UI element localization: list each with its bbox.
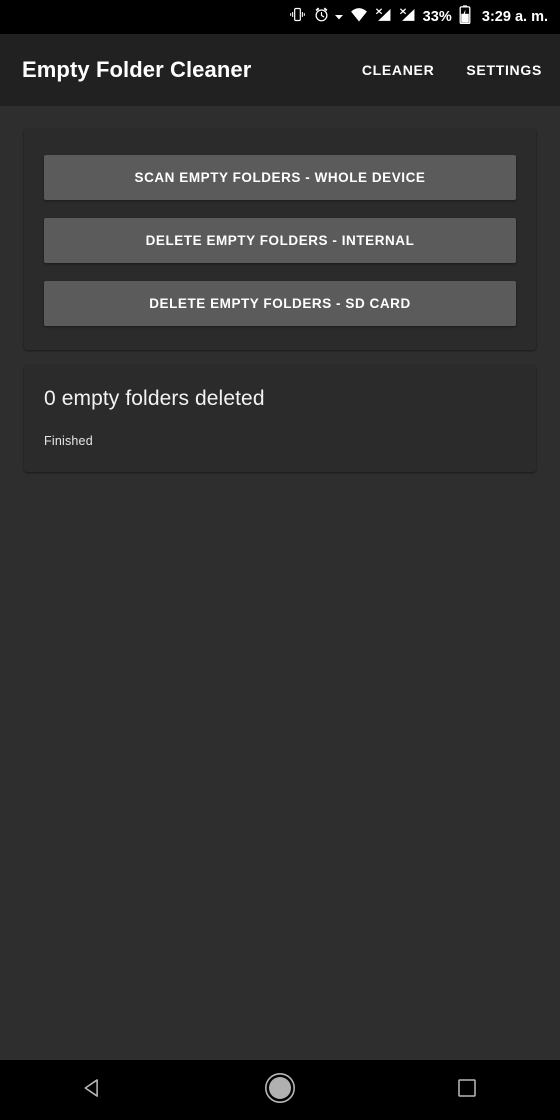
battery-charging-icon: [459, 5, 471, 29]
cellular-sim2-no-service-icon: [399, 7, 416, 28]
alarm-icon: [313, 6, 330, 28]
system-navigation-bar: [0, 1060, 560, 1120]
main-content: SCAN EMPTY FOLDERS - WHOLE DEVICE DELETE…: [0, 106, 560, 1060]
back-triangle-icon: [82, 1077, 104, 1104]
status-bar-icons: 33% 3:29 a. m.: [289, 5, 548, 29]
battery-percent-label: 33%: [422, 9, 452, 25]
nav-recents-button[interactable]: [422, 1060, 512, 1120]
nav-home-button[interactable]: [235, 1060, 325, 1120]
nav-back-button[interactable]: [48, 1060, 138, 1120]
status-message-label: Finished: [44, 434, 93, 449]
actions-card: SCAN EMPTY FOLDERS - WHOLE DEVICE DELETE…: [24, 128, 536, 350]
delete-empty-folders-sd-card-button[interactable]: DELETE EMPTY FOLDERS - SD CARD: [44, 281, 516, 326]
status-bar: 33% 3:29 a. m.: [0, 0, 560, 34]
app-bar: Empty Folder Cleaner CLEANER SETTINGS: [0, 34, 560, 106]
deleted-count-label: 0 empty folders deleted: [44, 387, 265, 410]
dropdown-caret-icon: [334, 8, 343, 26]
cellular-sim1-no-service-icon: [375, 7, 392, 28]
wifi-icon: [350, 7, 368, 28]
recents-square-icon: [457, 1078, 477, 1103]
vibrate-icon: [289, 6, 306, 28]
page-title: Empty Folder Cleaner: [22, 57, 252, 82]
action-cleaner[interactable]: CLEANER: [362, 62, 435, 78]
home-circle-icon: [263, 1071, 297, 1110]
scan-empty-folders-whole-device-button[interactable]: SCAN EMPTY FOLDERS - WHOLE DEVICE: [44, 155, 516, 200]
action-settings[interactable]: SETTINGS: [466, 62, 542, 78]
delete-empty-folders-internal-button[interactable]: DELETE EMPTY FOLDERS - INTERNAL: [44, 218, 516, 263]
status-card: 0 empty folders deleted Finished: [24, 365, 536, 473]
status-bar-clock: 3:29 a. m.: [481, 9, 548, 25]
app-bar-actions: CLEANER SETTINGS: [362, 62, 542, 78]
